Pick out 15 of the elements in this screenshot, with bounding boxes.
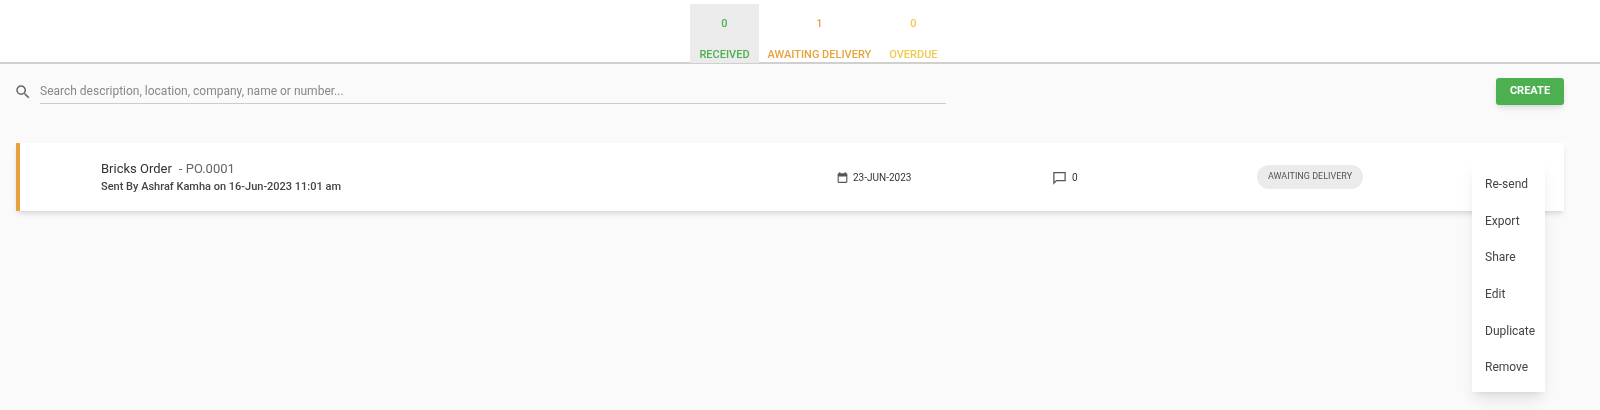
sent-by-text: Sent By Ashraf Kamha on 16-Jun-2023 11:01 am (101, 179, 342, 195)
order-number: - PO.0001 (178, 159, 235, 178)
comment-count: 0 (1072, 170, 1078, 185)
menu-item[interactable]: Re-send (1472, 166, 1545, 203)
menu-item[interactable]: Remove (1472, 348, 1545, 386)
calendar-icon (836, 170, 849, 184)
due-date: 23-JUN-2023 (853, 170, 912, 185)
status-badge: AWAITING DELIVERY (1257, 165, 1364, 189)
menu-item[interactable]: Edit (1472, 275, 1545, 313)
search-icon (14, 82, 32, 101)
menu-item[interactable]: Duplicate (1472, 312, 1545, 349)
comment-icon (1052, 169, 1067, 185)
search-field[interactable]: Search description, location, company, name or number... (40, 79, 946, 104)
order-title: Bricks Order (101, 159, 172, 178)
menu-item[interactable]: Share (1472, 239, 1545, 276)
